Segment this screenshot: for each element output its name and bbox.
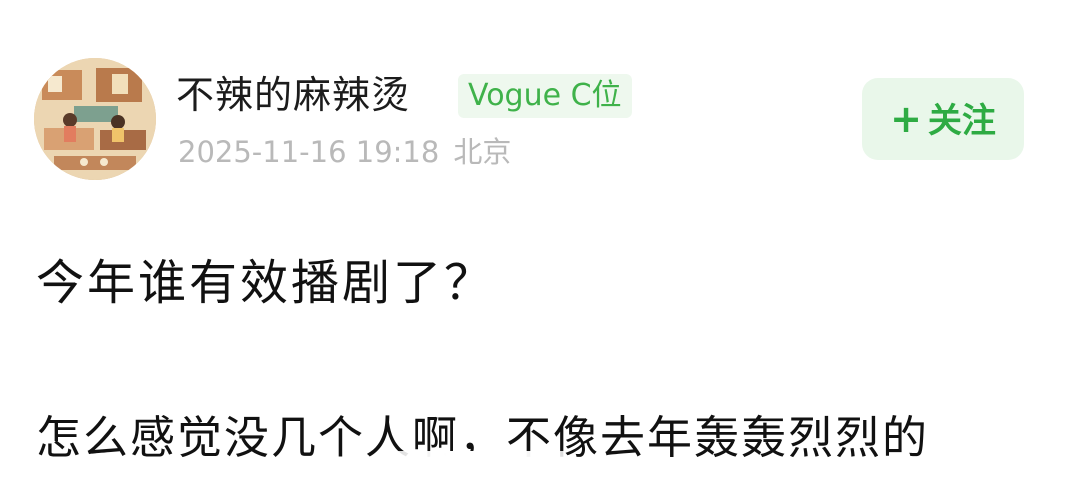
post-title: 今年谁有效播剧了？ — [36, 255, 496, 311]
post-location: 北京 — [453, 135, 512, 169]
post-timestamp: 2025-11-16 19:18 — [178, 135, 440, 169]
follow-label: 关注 — [927, 101, 996, 141]
avatar-illustration — [34, 58, 156, 180]
author-name[interactable]: 不辣的麻辣烫 — [176, 70, 410, 120]
plus-icon: + — [890, 97, 922, 141]
text-fade-overlay — [395, 451, 565, 477]
post-meta: 2025-11-16 19:18 北京 — [178, 132, 511, 172]
follow-button[interactable]: + 关注 — [862, 78, 1024, 160]
avatar[interactable] — [34, 58, 156, 180]
vip-badge[interactable]: Vogue C位 — [458, 74, 632, 118]
